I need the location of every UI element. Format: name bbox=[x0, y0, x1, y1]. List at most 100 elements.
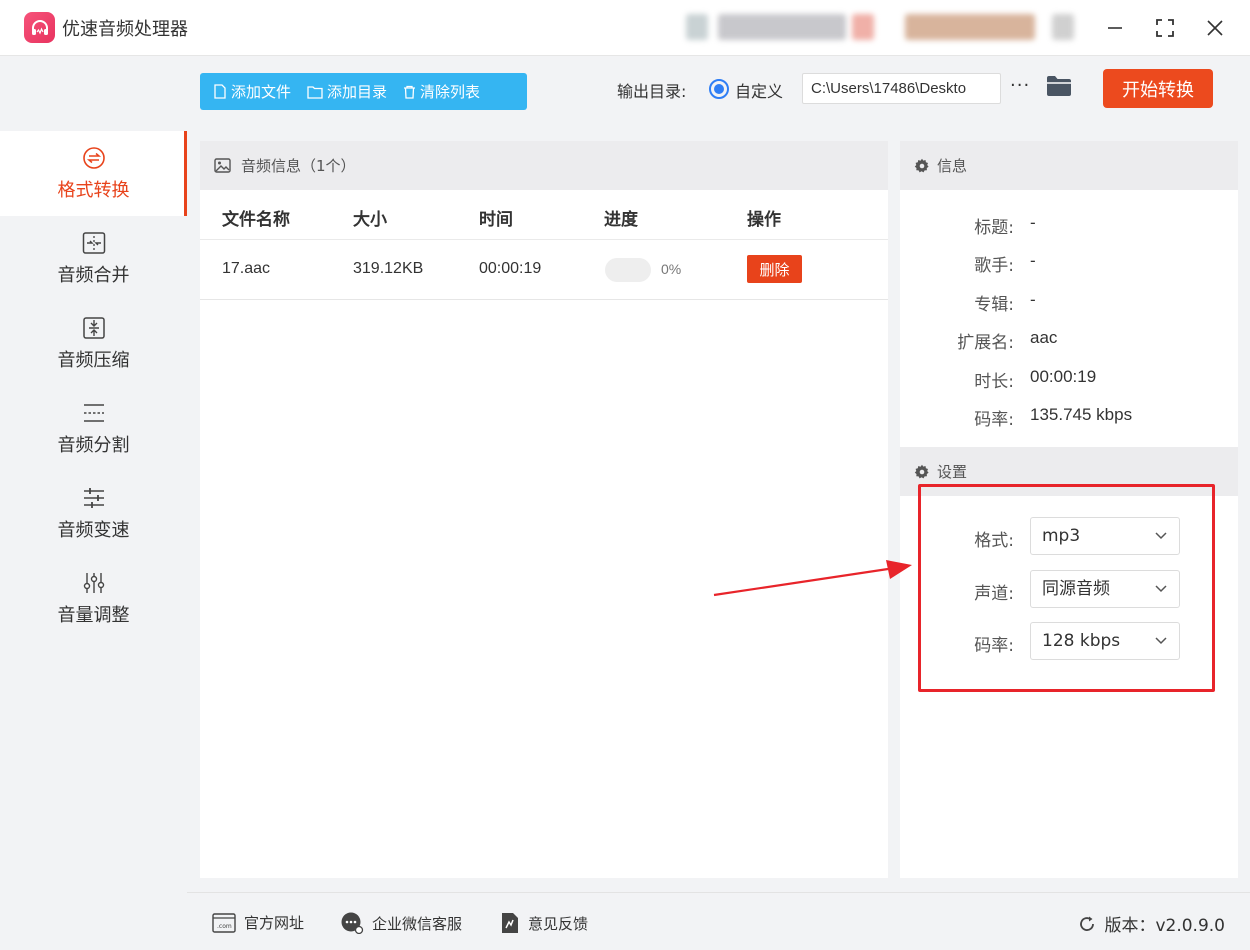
folder-icon bbox=[1047, 76, 1071, 96]
sidebar-item-audio-speed[interactable]: 音频变速 bbox=[0, 471, 187, 556]
sidebar-item-audio-compress[interactable]: 音频压缩 bbox=[0, 301, 187, 386]
file-toolbar: 添加文件 添加目录 清除列表 bbox=[200, 73, 527, 110]
info-key: 码率: bbox=[974, 410, 1014, 430]
official-website-label: 官方网址 bbox=[244, 914, 305, 932]
image-icon bbox=[214, 158, 231, 173]
trash-icon bbox=[404, 85, 416, 99]
sidebar-item-label: 音频变速 bbox=[57, 519, 130, 541]
info-value: aac bbox=[1030, 328, 1058, 347]
website-icon: .com bbox=[212, 912, 236, 933]
progress-bar bbox=[605, 258, 651, 282]
compress-icon bbox=[82, 316, 106, 340]
add-directory-button[interactable]: 添加目录 bbox=[307, 81, 387, 102]
minimize-button[interactable] bbox=[1101, 14, 1129, 42]
sidebar-item-label: 音频分割 bbox=[57, 434, 130, 456]
feedback-link[interactable]: 意见反馈 bbox=[500, 912, 588, 934]
file-size: 319.12KB bbox=[353, 260, 424, 277]
info-row-title: 标题: - bbox=[900, 213, 1238, 238]
info-value: - bbox=[1030, 251, 1036, 270]
info-panel-header: 信息 bbox=[900, 141, 1238, 190]
chat-icon bbox=[341, 912, 364, 934]
sidebar-item-label: 音量调整 bbox=[57, 604, 130, 626]
info-key: 扩展名: bbox=[957, 333, 1014, 353]
file-name: 17.aac bbox=[222, 260, 271, 277]
footer-bar: .com 官方网址 企业微信客服 意见反馈 版本：v2.0.9.0 bbox=[187, 892, 1250, 950]
version-label: 版本：v2.0.9.0 bbox=[1104, 916, 1225, 936]
output-path-input[interactable]: C:\Users\17486\Deskto bbox=[802, 73, 1001, 104]
redacted-block bbox=[905, 14, 1035, 40]
file-icon bbox=[214, 84, 226, 99]
redacted-block bbox=[852, 14, 874, 40]
column-header-name: 文件名称 bbox=[222, 210, 290, 230]
official-website-link[interactable]: .com 官方网址 bbox=[212, 912, 304, 933]
split-icon bbox=[82, 401, 106, 425]
sliders-icon bbox=[82, 486, 106, 510]
column-header-action: 操作 bbox=[747, 210, 781, 230]
progress-percent: 0% bbox=[661, 261, 682, 277]
feedback-icon bbox=[502, 913, 518, 933]
clear-list-label: 清除列表 bbox=[420, 83, 481, 101]
file-list-panel: 音频信息（1个） 文件名称 大小 时间 进度 操作 17.aac 319.12K… bbox=[200, 141, 888, 878]
open-folder-button[interactable] bbox=[1046, 75, 1072, 101]
close-button[interactable] bbox=[1201, 14, 1229, 42]
table-header: 文件名称 大小 时间 进度 操作 bbox=[200, 190, 888, 240]
sidebar-item-volume-adjust[interactable]: 音量调整 bbox=[0, 556, 187, 641]
redacted-block bbox=[686, 14, 708, 40]
file-panel-title: 音频信息（1个） bbox=[241, 157, 356, 175]
clear-list-button[interactable]: 清除列表 bbox=[403, 81, 480, 102]
gear-icon bbox=[914, 158, 929, 172]
file-panel-header: 音频信息（1个） bbox=[200, 141, 888, 190]
sidebar: 格式转换 音频合并 音频压缩 音频分割 音频变速 音量调整 bbox=[0, 56, 187, 950]
merge-icon bbox=[82, 231, 106, 255]
column-header-size: 大小 bbox=[353, 210, 387, 230]
swap-circle-icon bbox=[82, 146, 106, 170]
minimize-icon bbox=[1108, 27, 1122, 29]
file-duration: 00:00:19 bbox=[479, 260, 542, 277]
app-title: 优速音频处理器 bbox=[62, 19, 188, 40]
gear-icon bbox=[914, 464, 929, 478]
output-dir-label: 输出目录: bbox=[617, 82, 687, 101]
table-row[interactable]: 17.aac 319.12KB 00:00:19 0% 删除 bbox=[200, 240, 888, 300]
add-file-label: 添加文件 bbox=[231, 83, 292, 101]
volume-sliders-icon bbox=[82, 571, 106, 595]
settings-title: 设置 bbox=[937, 463, 968, 481]
sidebar-item-audio-split[interactable]: 音频分割 bbox=[0, 386, 187, 471]
info-value: 135.745 kbps bbox=[1030, 405, 1133, 424]
info-value: - bbox=[1030, 213, 1036, 232]
redacted-block bbox=[718, 14, 846, 40]
info-key: 标题: bbox=[974, 218, 1014, 238]
info-row-extension: 扩展名: aac bbox=[900, 328, 1238, 353]
add-file-button[interactable]: 添加文件 bbox=[213, 81, 291, 102]
info-key: 歌手: bbox=[974, 256, 1014, 276]
column-header-time: 时间 bbox=[479, 210, 513, 230]
svg-text:.com: .com bbox=[217, 923, 232, 930]
version-info[interactable]: 版本：v2.0.9.0 bbox=[1078, 911, 1225, 936]
refresh-icon bbox=[1080, 916, 1095, 931]
title-bar: 优速音频处理器 bbox=[0, 0, 1250, 56]
wechat-support-link[interactable]: 企业微信客服 bbox=[340, 912, 462, 934]
info-row-artist: 歌手: - bbox=[900, 251, 1238, 276]
sidebar-item-label: 音频合并 bbox=[57, 264, 130, 286]
annotation-highlight-box bbox=[918, 484, 1215, 692]
info-key: 时长: bbox=[974, 372, 1014, 392]
feedback-label: 意见反馈 bbox=[528, 914, 589, 933]
sidebar-item-format-convert[interactable]: 格式转换 bbox=[0, 131, 187, 216]
delete-row-button[interactable]: 删除 bbox=[747, 255, 802, 283]
output-path-value: C:\Users\17486\Deskto bbox=[811, 80, 967, 97]
sidebar-item-audio-merge[interactable]: 音频合并 bbox=[0, 216, 187, 301]
info-row-bitrate: 码率: 135.745 kbps bbox=[900, 405, 1238, 430]
sidebar-item-label: 格式转换 bbox=[57, 179, 130, 201]
info-value: 00:00:19 bbox=[1030, 367, 1097, 386]
close-icon bbox=[1207, 20, 1223, 36]
info-panel-title: 信息 bbox=[937, 157, 968, 175]
info-value: - bbox=[1030, 290, 1036, 309]
maximize-button[interactable] bbox=[1151, 14, 1179, 42]
custom-dir-radio[interactable] bbox=[709, 79, 729, 99]
custom-dir-radio-label[interactable]: 自定义 bbox=[735, 78, 783, 102]
info-row-duration: 时长: 00:00:19 bbox=[900, 367, 1238, 392]
start-convert-button[interactable]: 开始转换 bbox=[1103, 69, 1213, 108]
folder-icon bbox=[307, 85, 323, 99]
wechat-support-label: 企业微信客服 bbox=[372, 914, 463, 933]
annotation-arrow bbox=[713, 560, 912, 597]
browse-more-button[interactable]: ··· bbox=[1010, 75, 1030, 96]
